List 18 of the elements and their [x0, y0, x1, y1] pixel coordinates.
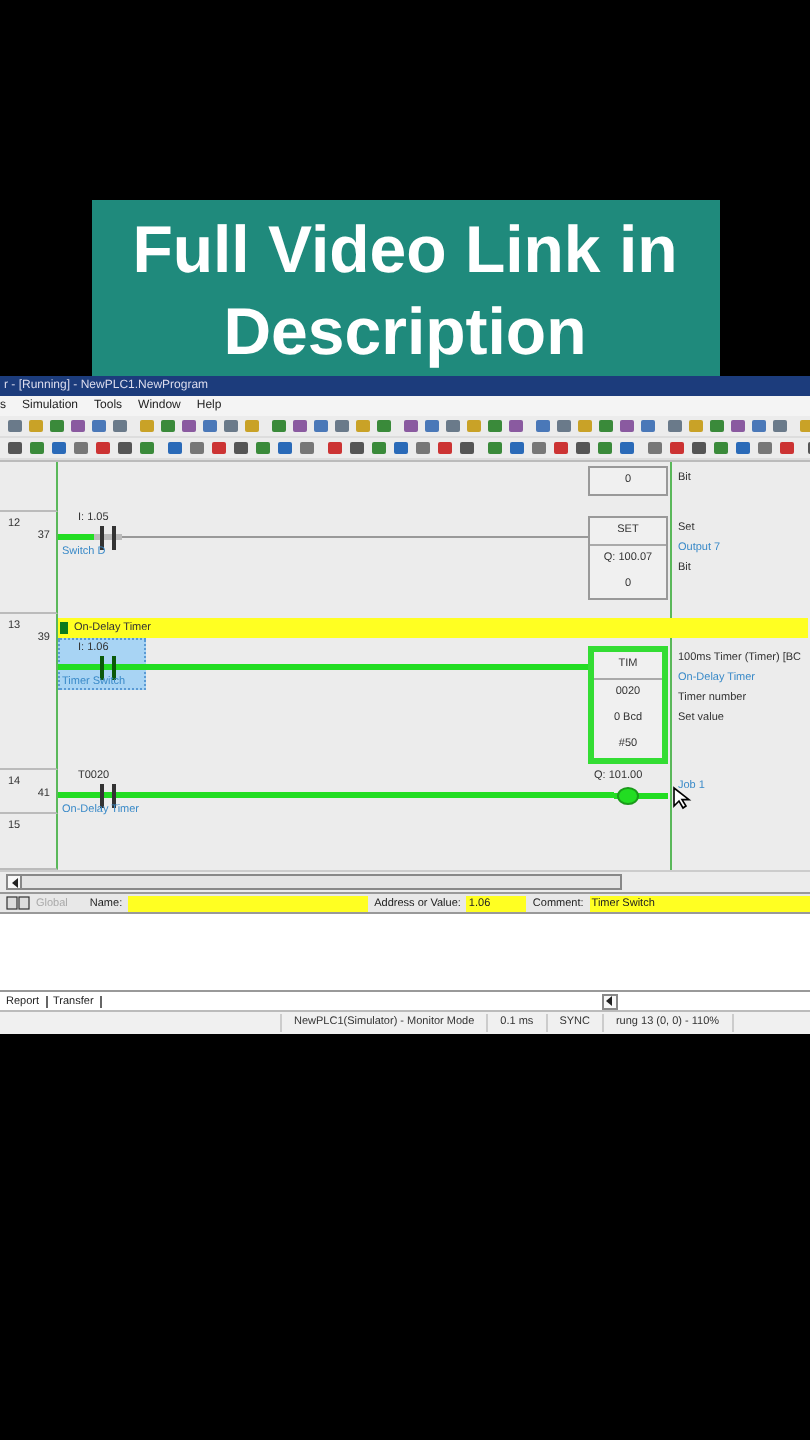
symbol-icon[interactable] — [6, 896, 30, 910]
scroll-left-icon[interactable] — [6, 874, 22, 890]
contact-icon[interactable] — [94, 784, 122, 808]
wire — [58, 792, 94, 800]
caption-text: Description — [223, 292, 587, 372]
toolbar-drawing[interactable] — [0, 438, 810, 460]
mouse-cursor-icon — [672, 786, 692, 810]
wire — [58, 534, 94, 542]
horizontal-scrollbar[interactable] — [22, 874, 622, 890]
coil-icon[interactable] — [614, 786, 668, 806]
name-field[interactable] — [128, 895, 369, 911]
caption-text: Full Video Link in — [132, 210, 678, 290]
scroll-left-icon[interactable] — [601, 993, 618, 1009]
wire — [58, 664, 94, 672]
contact-icon[interactable] — [94, 656, 122, 680]
comment-marker-icon — [60, 622, 68, 634]
toolbar-drawing[interactable] — [0, 416, 810, 438]
contact-icon[interactable] — [94, 526, 122, 550]
